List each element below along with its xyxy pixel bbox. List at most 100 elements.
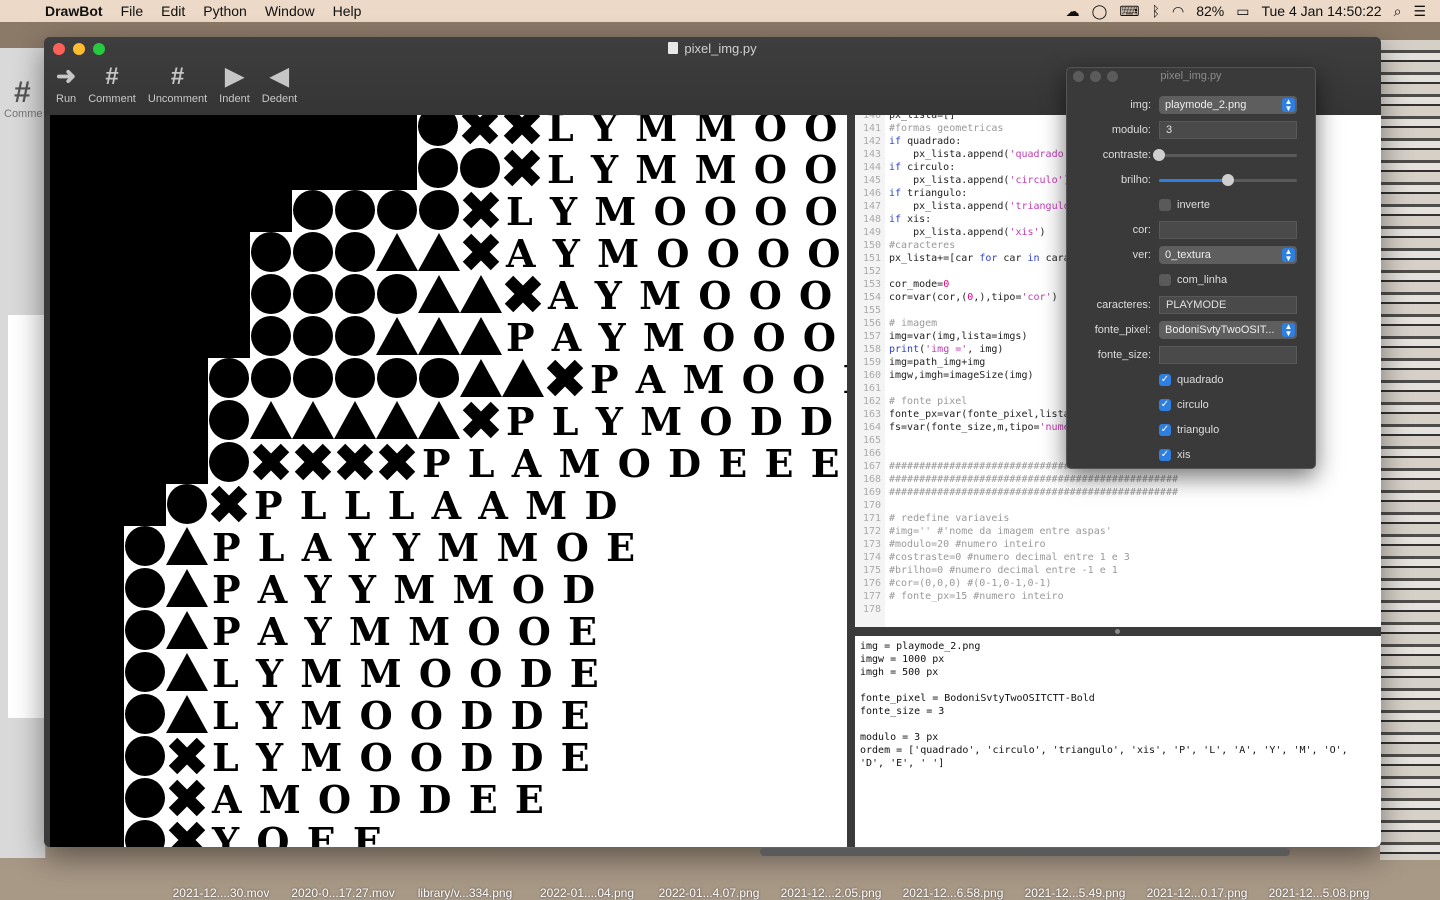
toolbar-run-button[interactable]: ➜ Run [52,63,80,105]
horizontal-scrollbar[interactable] [760,848,1290,856]
code-line[interactable]: 170 [855,499,889,512]
code-line[interactable]: 159 img=path_img+img [855,356,985,369]
code-line[interactable]: 149 px_lista.append('xis') [855,226,1046,239]
contraste-slider-knob[interactable] [1153,149,1165,161]
circle-status-icon[interactable]: ◯ [1092,3,1108,20]
img-select[interactable]: playmode_2.png ▲ ▼ [1159,96,1297,114]
desktop-file[interactable]: library/v...334.png [404,886,526,900]
code-line[interactable]: 146 if triangulo: [855,187,967,200]
code-line[interactable]: 155 [855,304,889,317]
code-line[interactable]: 160 imgw,imgh=imageSize(img) [855,369,1034,382]
desktop-file[interactable]: 2020-0...17.27.mov [282,886,404,900]
select-arrows-icon: ▲ ▼ [1282,248,1295,263]
contraste-slider[interactable] [1153,146,1297,164]
desktop-file[interactable]: 2021-12...5.49.png [1014,886,1136,900]
desktop-file[interactable]: 2021-12...5.08.png [1258,886,1380,900]
code-line[interactable]: 172 #img='' #'nome da imagem entre aspas' [855,525,1112,538]
desktop-file[interactable]: 2022-01...4.07.png [648,886,770,900]
code-line[interactable]: 174 #costraste=0 #numero decimal entre 1 … [855,551,1130,564]
code-line[interactable]: 147 px_lista.append('triangulo') [855,200,1082,213]
pixel-letters: P L A M O D E E E E [422,441,847,486]
keyboard-icon[interactable]: ⌨ [1119,3,1139,20]
code-line[interactable]: 161 [855,382,889,395]
modulo-field[interactable]: 3 [1159,121,1297,139]
spotlight-search-icon[interactable]: ⌕ [1394,3,1402,20]
menu-window[interactable]: Window [256,3,324,19]
desktop-file[interactable]: 2021-12...2.05.png [770,886,892,900]
quadrado-checkbox[interactable]: ✓ [1159,374,1171,386]
code-line[interactable]: 143 px_lista.append('quadrado') [855,148,1076,161]
menubar-clock[interactable]: Tue 4 Jan 14:50:22 [1261,3,1381,19]
desktop-file[interactable]: 2022-01....04.png [526,886,648,900]
code-line[interactable]: 156 # imagem [855,317,937,330]
code-line[interactable]: 141 #formas geometricas [855,122,1003,135]
code-line[interactable]: 177 # fonte_px=15 #numero inteiro [855,590,1064,603]
desktop-file[interactable]: 2021-12....30.mov [160,886,282,900]
code-line[interactable]: 145 px_lista.append('circulo') [855,174,1070,187]
menu-app-name[interactable]: DrawBot [36,3,112,19]
code-line[interactable]: 171 # redefine variaveis [855,512,1009,525]
inverte-checkbox[interactable] [1159,199,1171,211]
output-console[interactable]: img = playmode_2.png imgw = 1000 px imgh =… [855,636,1381,847]
xis-checkbox[interactable]: ✓ [1159,449,1171,461]
wifi-icon[interactable]: ◠ [1172,3,1184,20]
code-token: ) [1039,227,1046,238]
menu-python[interactable]: Python [194,3,256,19]
background-window[interactable]: # Comme [0,48,46,858]
code-line[interactable]: 164fs=var(fonte_size,m,tipo='numero') [855,421,1094,434]
cor-field[interactable] [1159,221,1297,239]
code-line[interactable]: 173 #modulo=20 #numero inteiro [855,538,1046,551]
circulo-checkbox[interactable]: ✓ [1159,399,1171,411]
toolbar-comment-button[interactable]: # Comment [84,63,140,105]
desktop-screenshot-stack[interactable] [1380,40,1440,860]
panel-close-button[interactable] [1073,71,1084,82]
menu-help[interactable]: Help [324,3,371,19]
com-linha-checkbox[interactable] [1159,274,1171,286]
toolbar-dedent-button[interactable]: ◀ Dedent [258,63,301,105]
code-line[interactable]: 154 cor=var(cor,(0,),tipo='cor') [855,291,1058,304]
toolbar-uncomment-button[interactable]: # Uncomment [144,63,211,105]
brilho-slider-knob[interactable] [1222,174,1234,186]
triangulo-checkbox[interactable]: ✓ [1159,424,1171,436]
code-line[interactable]: 178 [855,603,889,616]
drawing-canvas[interactable]: L Y M M O O O OL Y M M O O O OL Y M O O … [50,115,847,847]
code-line[interactable]: 142 if quadrado: [855,135,961,148]
menu-file[interactable]: File [112,3,153,19]
desktop-file[interactable]: 2021-12...0.17.png [1136,886,1258,900]
menu-edit[interactable]: Edit [152,3,194,19]
ver-select[interactable]: 0_textura ▲ ▼ [1159,246,1297,264]
caracteres-field[interactable]: PLAYMODE [1159,296,1297,314]
contraste-label: contraste: [1102,149,1151,161]
vertical-splitter[interactable] [847,115,855,847]
code-line[interactable]: 165 [855,434,889,447]
code-line[interactable]: 166 [855,447,889,460]
code-line[interactable]: 153 cor_mode=0 [855,278,949,291]
code-line[interactable]: 176 #cor=(0,0,0) #(0-1,0-1,0-1) [855,577,1052,590]
fonte-size-field[interactable] [1159,346,1297,364]
pixel-triangle [418,233,460,271]
code-line[interactable]: 152 [855,265,889,278]
code-line[interactable]: 158 print('img =', img) [855,343,1003,356]
horizontal-splitter[interactable] [855,627,1381,636]
code-line[interactable]: 144 if circulo: [855,161,955,174]
code-line[interactable]: 162 # fonte pixel [855,395,967,408]
code-line[interactable]: 169 #####################################… [855,486,1178,499]
control-center-icon[interactable]: ☰ [1413,3,1426,20]
code-line[interactable]: 140 px_lista=[] [855,115,955,122]
panel-zoom-button[interactable] [1107,71,1118,82]
code-line[interactable]: 150 #caracteres [855,239,955,252]
code-line[interactable]: 168 #####################################… [855,473,1178,486]
bluetooth-icon[interactable]: ᛒ [1152,3,1160,19]
fonte-pixel-select[interactable]: BodoniSvtyTwoOSIT... ▲ ▼ [1159,321,1297,339]
desktop-file[interactable]: 2021-12...6.58.png [892,886,1014,900]
code-line[interactable]: 157 img=var(img,lista=imgs) [855,330,1028,343]
battery-percent[interactable]: 82% [1196,3,1224,19]
line-number: 171 [862,513,881,524]
pixel-triangle [166,611,208,649]
panel-minimize-button[interactable] [1090,71,1101,82]
brilho-slider[interactable] [1159,171,1297,189]
code-line[interactable]: 175 #brilho=0 #numero decimal entre -1 e … [855,564,1118,577]
creative-cloud-icon[interactable]: ☁ [1066,3,1080,20]
toolbar-indent-button[interactable]: ▶ Indent [215,63,254,105]
code-line[interactable]: 148 if xis: [855,213,931,226]
